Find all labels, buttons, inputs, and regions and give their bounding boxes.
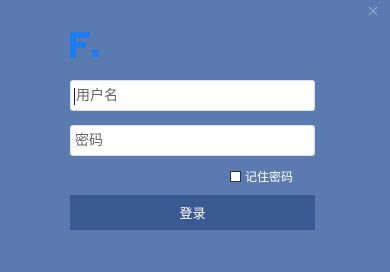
close-icon[interactable] [366,4,380,18]
login-button[interactable]: 登录 [70,195,315,230]
remember-label: 记住密码 [245,169,294,184]
brand-logo-mark [70,32,100,58]
password-input[interactable] [71,126,314,155]
password-field[interactable] [70,125,315,156]
text-caret [74,88,75,105]
brand-logo [70,30,300,60]
username-input[interactable] [71,81,314,110]
remember-password[interactable]: 记住密码 [230,168,293,184]
remember-checkbox[interactable] [230,170,241,182]
username-field[interactable] [70,80,315,111]
